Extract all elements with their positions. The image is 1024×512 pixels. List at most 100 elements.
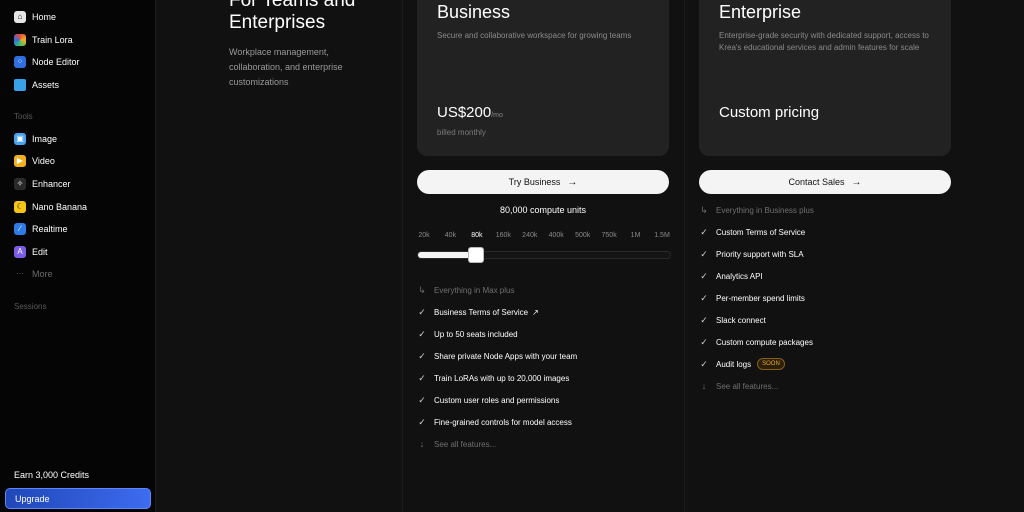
return-arrow-icon: ↳ (700, 204, 708, 215)
sidebar-item-label: Edit (32, 247, 48, 257)
tools-section-label: Tools (14, 112, 33, 121)
external-link-icon[interactable]: ↗ (532, 308, 539, 317)
business-feature: ✓ Business Terms of Service ↗ (417, 305, 539, 319)
arrow-right-icon: → (851, 176, 862, 188)
slider-tick-label[interactable]: 1.5M (654, 232, 670, 239)
sidebar-item-image[interactable]: ▣ Image (14, 130, 57, 148)
enterprise-see-all-link[interactable]: ↓ See all features... (699, 379, 779, 393)
business-feature-label: Train LoRAs with up to 20,000 images (434, 373, 570, 383)
business-feature-label: Up to 50 seats included (434, 329, 518, 339)
folder-icon (14, 79, 26, 91)
business-plan-title: Business (437, 2, 511, 22)
arrow-down-icon: ↓ (701, 381, 707, 391)
page-title: For Teams and Enterprises (229, 0, 356, 33)
home-icon: ⌂ (14, 11, 26, 23)
sidebar-item-label: Realtime (32, 224, 68, 234)
video-icon: ▶ (14, 155, 26, 167)
return-arrow-icon: ↳ (418, 284, 426, 295)
contact-sales-button[interactable]: Contact Sales → (699, 170, 951, 194)
enterprise-plan-description: Enterprise-grade security with dedicated… (719, 31, 929, 52)
arrow-right-icon: → (567, 176, 578, 188)
business-includes: ↳ Everything in Max plus (417, 283, 514, 297)
column-divider (402, 0, 403, 512)
check-icon: ✓ (418, 350, 426, 361)
sidebar-item-label: Enhancer (32, 179, 71, 189)
enterprise-feature: ✓ Audit logs SOON (699, 357, 785, 371)
slider-tick-label[interactable]: 500k (575, 232, 590, 239)
enterprise-feature: ✓ Custom Terms of Service (699, 225, 805, 239)
sessions-section-label: Sessions (14, 302, 47, 311)
check-icon: ✓ (418, 416, 426, 427)
slider-tick-label[interactable]: 750k (602, 232, 617, 239)
enterprise-feature-label: Slack connect (716, 315, 766, 325)
compute-slider-handle[interactable] (468, 247, 484, 263)
train-lora-icon (14, 34, 26, 46)
sidebar-item-realtime[interactable]: ∕ Realtime (14, 220, 68, 238)
sidebar-item-assets[interactable]: Assets (14, 76, 59, 94)
business-see-all-link[interactable]: ↓ See all features... (417, 437, 497, 451)
business-feature: ✓ Up to 50 seats included (417, 327, 518, 341)
enterprise-feature: ✓ Priority support with SLA (699, 247, 804, 261)
compute-slider-track[interactable] (417, 251, 671, 259)
check-icon: ✓ (418, 306, 426, 317)
slider-tick-label[interactable]: 1M (631, 232, 641, 239)
sidebar-item-node-editor[interactable]: ⁘ Node Editor (14, 53, 80, 71)
enterprise-feature: ✓ Slack connect (699, 313, 766, 327)
sidebar-item-enhancer[interactable]: ✧ Enhancer (14, 175, 71, 193)
check-icon: ✓ (700, 336, 708, 347)
enterprise-feature-label: Custom Terms of Service (716, 227, 806, 237)
business-feature-label[interactable]: Business Terms of Service (434, 308, 528, 317)
business-feature-label: Custom user roles and permissions (434, 395, 560, 405)
enterprise-feature-label: Per-member spend limits (716, 293, 805, 303)
realtime-icon: ∕ (14, 223, 26, 235)
earn-credits-link[interactable]: Earn 3,000 Credits (14, 470, 89, 480)
check-icon: ✓ (700, 358, 708, 369)
node-editor-icon: ⁘ (14, 56, 26, 68)
enterprise-feature-label: Custom compute packages (716, 337, 813, 347)
enterprise-feature: ✓ Per-member spend limits (699, 291, 805, 305)
sidebar-item-edit[interactable]: A Edit (14, 243, 48, 261)
business-price-amount: US$200 (437, 104, 492, 121)
arrow-down-icon: ↓ (419, 439, 425, 449)
business-price-unit: /mo (491, 112, 503, 119)
check-icon: ✓ (418, 394, 426, 405)
business-includes-label: Everything in Max plus (434, 285, 515, 295)
slider-tick-label[interactable]: 40k (445, 232, 456, 239)
business-feature: ✓ Share private Node Apps with your team (417, 349, 577, 363)
sidebar-item-more[interactable]: ··· More (14, 265, 53, 283)
business-plan-description: Secure and collaborative workspace for g… (437, 31, 632, 40)
slider-tick-label[interactable]: 400k (549, 232, 564, 239)
sidebar-item-video[interactable]: ▶ Video (14, 152, 55, 170)
slider-tick-label[interactable]: 240k (522, 232, 537, 239)
enterprise-feature-label: Priority support with SLA (716, 249, 804, 259)
sidebar-item-label: Assets (32, 80, 60, 90)
check-icon: ✓ (700, 292, 708, 303)
banana-icon: ☾ (14, 201, 26, 213)
check-icon: ✓ (418, 372, 426, 383)
enterprise-feature-label: Analytics API (716, 271, 763, 281)
business-feature-label: Fine-grained controls for model access (434, 417, 572, 427)
enterprise-plan-title: Enterprise (719, 2, 802, 22)
check-icon: ✓ (700, 314, 708, 325)
enterprise-feature: ✓ Analytics API (699, 269, 763, 283)
sidebar-item-nano-banana[interactable]: ☾ Nano Banana (14, 198, 87, 216)
business-price: US$200/mo (437, 104, 503, 121)
slider-tick-label[interactable]: 20k (418, 232, 429, 239)
sidebar-item-train-lora[interactable]: Train Lora (14, 31, 73, 49)
enhancer-icon: ✧ (14, 178, 26, 190)
slider-tick-label[interactable]: 80k (471, 232, 482, 239)
sidebar-item-home[interactable]: ⌂ Home (14, 8, 56, 26)
page-description: Workplace management, collaboration, and… (229, 47, 343, 87)
upgrade-button[interactable]: Upgrade (5, 488, 151, 509)
enterprise-includes: ↳ Everything in Business plus (699, 203, 814, 217)
more-dots-icon: ··· (16, 269, 24, 278)
enterprise-feature-label: Audit logs (716, 359, 752, 369)
check-icon: ✓ (700, 270, 708, 281)
enterprise-see-all-label: See all features... (716, 381, 779, 391)
business-feature: ✓ Train LoRAs with up to 20,000 images (417, 371, 569, 385)
business-feature-label: Share private Node Apps with your team (434, 351, 578, 361)
contact-sales-label: Contact Sales (788, 177, 845, 187)
try-business-button[interactable]: Try Business → (417, 170, 669, 194)
sidebar-item-label: More (32, 269, 53, 279)
slider-tick-label[interactable]: 160k (496, 232, 511, 239)
